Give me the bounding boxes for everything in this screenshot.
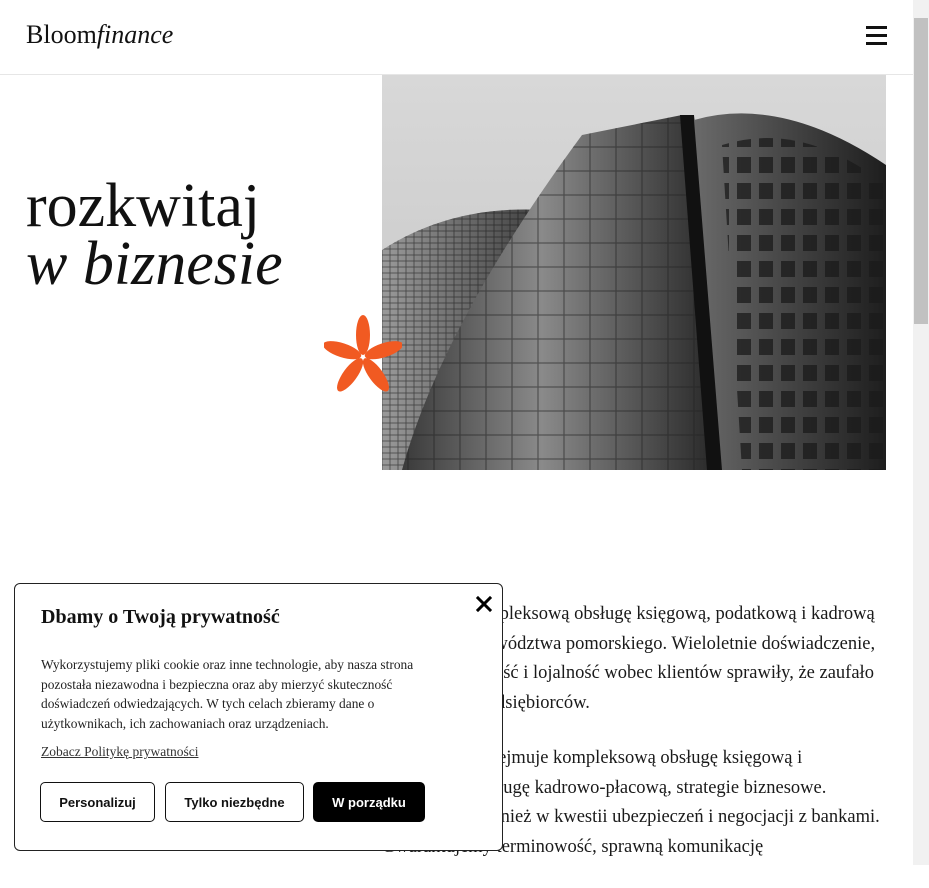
site-header: Bloomfinance <box>0 0 913 75</box>
hero-title-line1: rozkwitaj <box>26 172 261 240</box>
logo[interactable]: Bloomfinance <box>26 19 173 51</box>
accept-button[interactable]: W porządku <box>313 782 425 822</box>
asterisk-decoration-icon <box>324 315 402 392</box>
necessary-only-button[interactable]: Tylko niezbędne <box>165 782 304 822</box>
logo-main-text: Bloom <box>26 20 97 49</box>
cookie-title: Dbamy o Twoją prywatność <box>41 606 280 628</box>
scrollbar-thumb[interactable] <box>914 18 928 324</box>
cookie-consent-dialog: Dbamy o Twoją prywatność Wykorzystujemy … <box>14 583 503 851</box>
hamburger-menu-icon[interactable] <box>862 22 890 50</box>
privacy-policy-link[interactable]: Zobacz Politykę prywatności <box>41 744 198 760</box>
hero-title: rozkwitaj w biznesie <box>26 172 283 298</box>
hero-title-line2: w biznesie <box>26 230 283 298</box>
logo-italic-text: finance <box>96 20 174 49</box>
hero-skyscraper-image <box>382 75 886 470</box>
cookie-description: Wykorzystujemy pliki cookie oraz inne te… <box>41 657 414 731</box>
personalize-button[interactable]: Personalizuj <box>40 782 155 822</box>
close-icon[interactable] <box>473 593 495 615</box>
